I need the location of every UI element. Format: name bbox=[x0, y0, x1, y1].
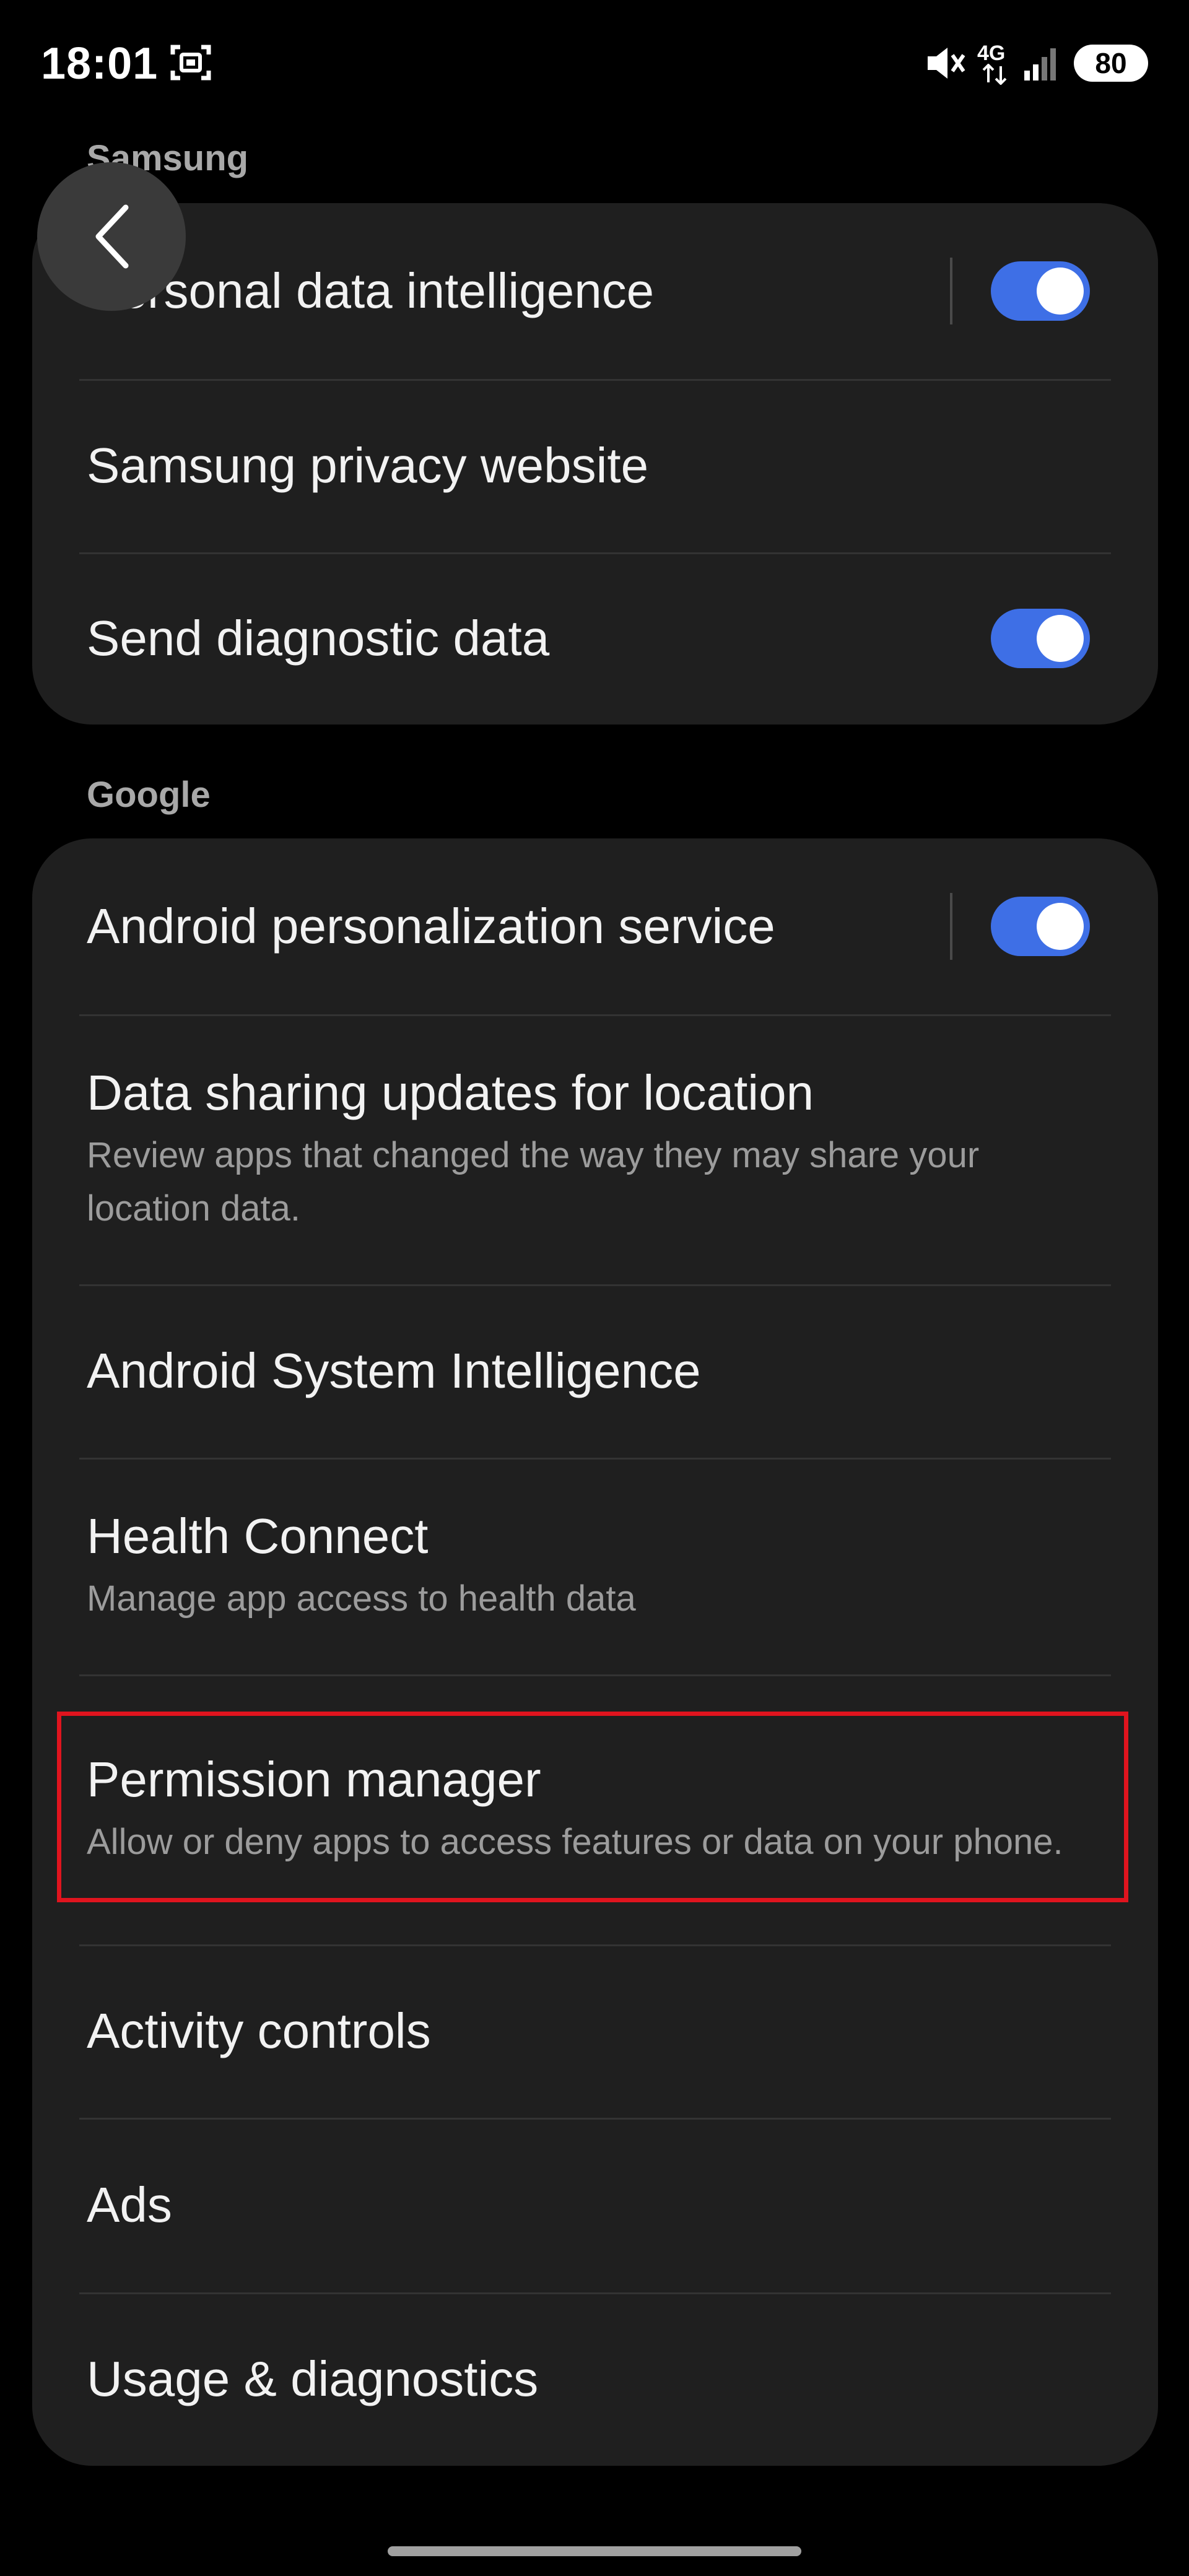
setting-title: Activity controls bbox=[87, 2003, 431, 2058]
setting-data-sharing-updates-for-location[interactable]: Data sharing updates for location Review… bbox=[32, 1014, 1158, 1284]
send-diagnostic-data-toggle[interactable] bbox=[991, 609, 1090, 668]
toggle-knob bbox=[1037, 615, 1084, 662]
android-personalization-service-toggle[interactable] bbox=[991, 897, 1090, 956]
setting-subtitle: Review apps that changed the way they ma… bbox=[87, 1135, 980, 1229]
setting-send-diagnostic-data[interactable]: Send diagnostic data bbox=[32, 552, 1158, 724]
status-time: 18:01 bbox=[41, 39, 159, 89]
setting-title: Android personalization service bbox=[87, 899, 775, 954]
network-type-label: 4G bbox=[977, 41, 1006, 65]
screenshot-icon bbox=[170, 45, 211, 80]
toggle-knob bbox=[1037, 903, 1084, 950]
setting-subtitle: Manage app access to health data bbox=[87, 1578, 636, 1619]
setting-title: Ads bbox=[87, 2177, 172, 2232]
setting-title: Send diagnostic data bbox=[87, 611, 550, 666]
setting-health-connect[interactable]: Health Connect Manage app access to heal… bbox=[32, 1458, 1158, 1674]
setting-title: Android System Intelligence bbox=[87, 1343, 701, 1398]
status-icons: 4G 80 bbox=[924, 40, 1148, 87]
setting-usage-and-diagnostics[interactable]: Usage & diagnostics bbox=[32, 2292, 1158, 2466]
setting-ads[interactable]: Ads bbox=[32, 2118, 1158, 2292]
data-arrows-icon bbox=[982, 64, 1007, 85]
battery-indicator: 80 bbox=[1074, 45, 1148, 82]
setting-title: Samsung privacy website bbox=[87, 438, 649, 493]
samsung-settings-card: Personal data intelligence Samsung priva… bbox=[32, 203, 1158, 724]
setting-title: Personal data intelligence bbox=[87, 263, 655, 318]
highlight-box bbox=[57, 1712, 1128, 1902]
back-button[interactable] bbox=[37, 162, 186, 311]
toggle-divider bbox=[950, 258, 952, 324]
mute-icon bbox=[928, 48, 965, 79]
setting-title: Usage & diagnostics bbox=[87, 2351, 539, 2406]
setting-title: Health Connect bbox=[87, 1508, 429, 1564]
personal-data-intelligence-toggle[interactable] bbox=[991, 261, 1090, 321]
status-bar: 18:01 4G 80 bbox=[0, 0, 1189, 130]
setting-activity-controls[interactable]: Activity controls bbox=[32, 1944, 1158, 2118]
setting-android-personalization-service[interactable]: Android personalization service bbox=[32, 838, 1158, 1014]
toggle-knob bbox=[1037, 268, 1084, 315]
network-type: 4G bbox=[976, 41, 1013, 85]
setting-personal-data-intelligence[interactable]: Personal data intelligence bbox=[32, 203, 1158, 379]
chevron-left-icon bbox=[95, 204, 129, 269]
google-settings-card: Android personalization service Data sha… bbox=[32, 838, 1158, 2466]
setting-title: Data sharing updates for location bbox=[87, 1065, 814, 1121]
section-header-google: Google bbox=[87, 775, 211, 815]
toggle-divider bbox=[950, 893, 952, 960]
setting-android-system-intelligence[interactable]: Android System Intelligence bbox=[32, 1284, 1158, 1458]
home-indicator[interactable] bbox=[388, 2546, 801, 2556]
setting-samsung-privacy-website[interactable]: Samsung privacy website bbox=[32, 379, 1158, 552]
signal-icon bbox=[1024, 48, 1056, 80]
